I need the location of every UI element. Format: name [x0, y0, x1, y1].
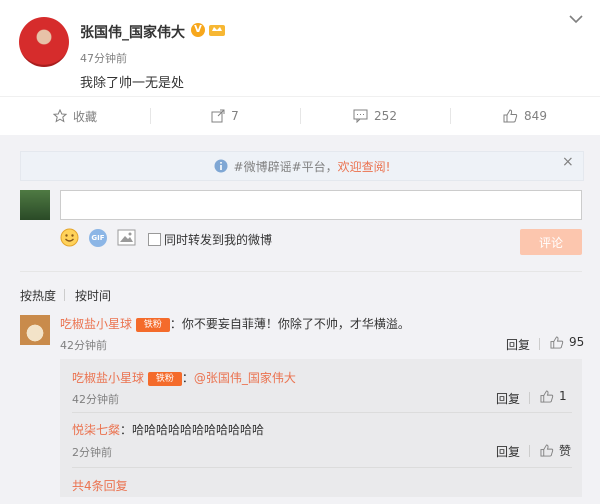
sort-by-hot[interactable]: 按热度	[20, 287, 56, 304]
share-icon	[211, 109, 225, 123]
more-replies-link[interactable]: 共4条回复	[72, 477, 128, 494]
colon: ：	[181, 371, 194, 385]
fan-badge: 铁粉	[135, 317, 170, 332]
chevron-down-icon[interactable]	[568, 14, 584, 24]
gif-icon[interactable]: GIF	[89, 229, 107, 247]
notice-bar: #微博辟谣#平台， 欢迎查阅!	[20, 151, 584, 181]
reply-button[interactable]: 回复	[496, 390, 520, 407]
divider	[64, 289, 65, 301]
repost-count: 7	[231, 109, 239, 123]
thumbs-up-icon	[503, 109, 518, 123]
reply-time: 2分钟前	[72, 446, 112, 459]
like-button[interactable]: 849	[450, 97, 600, 135]
post-time[interactable]: 47分钟前	[80, 50, 127, 66]
divider	[72, 412, 572, 413]
crown-icon	[209, 25, 225, 36]
comment-line: 吃椒盐小星球 铁粉 ：你不要妄自菲薄！你除了不帅，才华横溢。	[60, 315, 410, 332]
author-avatar[interactable]	[19, 17, 69, 67]
colon: ：	[120, 423, 133, 437]
close-icon[interactable]: ×	[562, 154, 574, 170]
comment-time: 42分钟前	[60, 339, 107, 352]
repost-button[interactable]: 7	[150, 97, 300, 135]
reply-like-button[interactable]: 赞	[540, 442, 571, 459]
divider	[539, 338, 540, 350]
like-count: 849	[524, 109, 547, 123]
comment-user[interactable]: 吃椒盐小星球	[60, 317, 132, 331]
comment-icon	[353, 109, 368, 123]
my-avatar[interactable]	[20, 190, 50, 220]
sort-by-time[interactable]: 按时间	[75, 287, 111, 304]
reply-text: 哈哈哈哈哈哈哈哈哈哈哈	[132, 423, 265, 437]
comment-button[interactable]: 252	[300, 97, 450, 135]
post-text: 我除了帅一无是处	[80, 76, 185, 91]
verified-badge: V	[191, 23, 205, 37]
thumbs-up-icon	[550, 335, 564, 349]
repost-checkbox[interactable]	[148, 233, 161, 246]
fan-badge: 铁粉	[147, 371, 182, 386]
reply-like-button[interactable]: 1	[540, 389, 567, 403]
comment-avatar[interactable]	[20, 315, 50, 345]
repost-checkbox-label[interactable]: 同时转发到我的微博	[164, 231, 272, 248]
comment-like-button[interactable]: 95	[550, 335, 584, 349]
comment-like-count: 95	[569, 335, 585, 349]
info-icon	[214, 159, 228, 173]
reply-button[interactable]: 回复	[506, 336, 530, 353]
divider	[529, 445, 530, 457]
comment-input[interactable]	[60, 190, 582, 220]
thumbs-up-icon	[540, 444, 554, 457]
comment-text: 你不要妄自菲薄！你除了不帅，才华横溢。	[181, 317, 410, 331]
divider	[529, 392, 530, 404]
colon: ：	[169, 317, 182, 331]
reply-time: 42分钟前	[72, 393, 119, 406]
image-icon[interactable]	[117, 229, 136, 246]
star-icon	[52, 109, 67, 123]
thumbs-up-icon	[540, 389, 554, 403]
favorite-button[interactable]: 收藏	[0, 97, 150, 135]
emoji-icon[interactable]	[60, 228, 79, 247]
reply-button[interactable]: 回复	[496, 443, 520, 460]
reply-line: 吃椒盐小星球 铁粉 ：@张国伟_国家伟大	[72, 369, 296, 386]
divider	[72, 467, 572, 468]
submit-comment-button[interactable]: 评论	[520, 229, 582, 255]
notice-link[interactable]: 欢迎查阅!	[338, 158, 391, 175]
favorite-label: 收藏	[72, 109, 97, 124]
reply-line: 悦柒七粲：哈哈哈哈哈哈哈哈哈哈哈	[72, 421, 264, 438]
reply-user[interactable]: 悦柒七粲	[72, 423, 120, 437]
author-name[interactable]: 张国伟_国家伟大	[80, 22, 185, 42]
comment-count: 252	[374, 109, 397, 123]
notice-text: #微博辟谣#平台，	[233, 159, 338, 174]
reply-like-label: 赞	[559, 444, 572, 458]
reply-user[interactable]: 吃椒盐小星球	[72, 371, 144, 385]
divider	[20, 271, 582, 272]
reply-like-count: 1	[559, 389, 567, 403]
mention-link[interactable]: @张国伟_国家伟大	[194, 371, 296, 385]
action-bar: 收藏 7 252 849	[0, 96, 600, 136]
